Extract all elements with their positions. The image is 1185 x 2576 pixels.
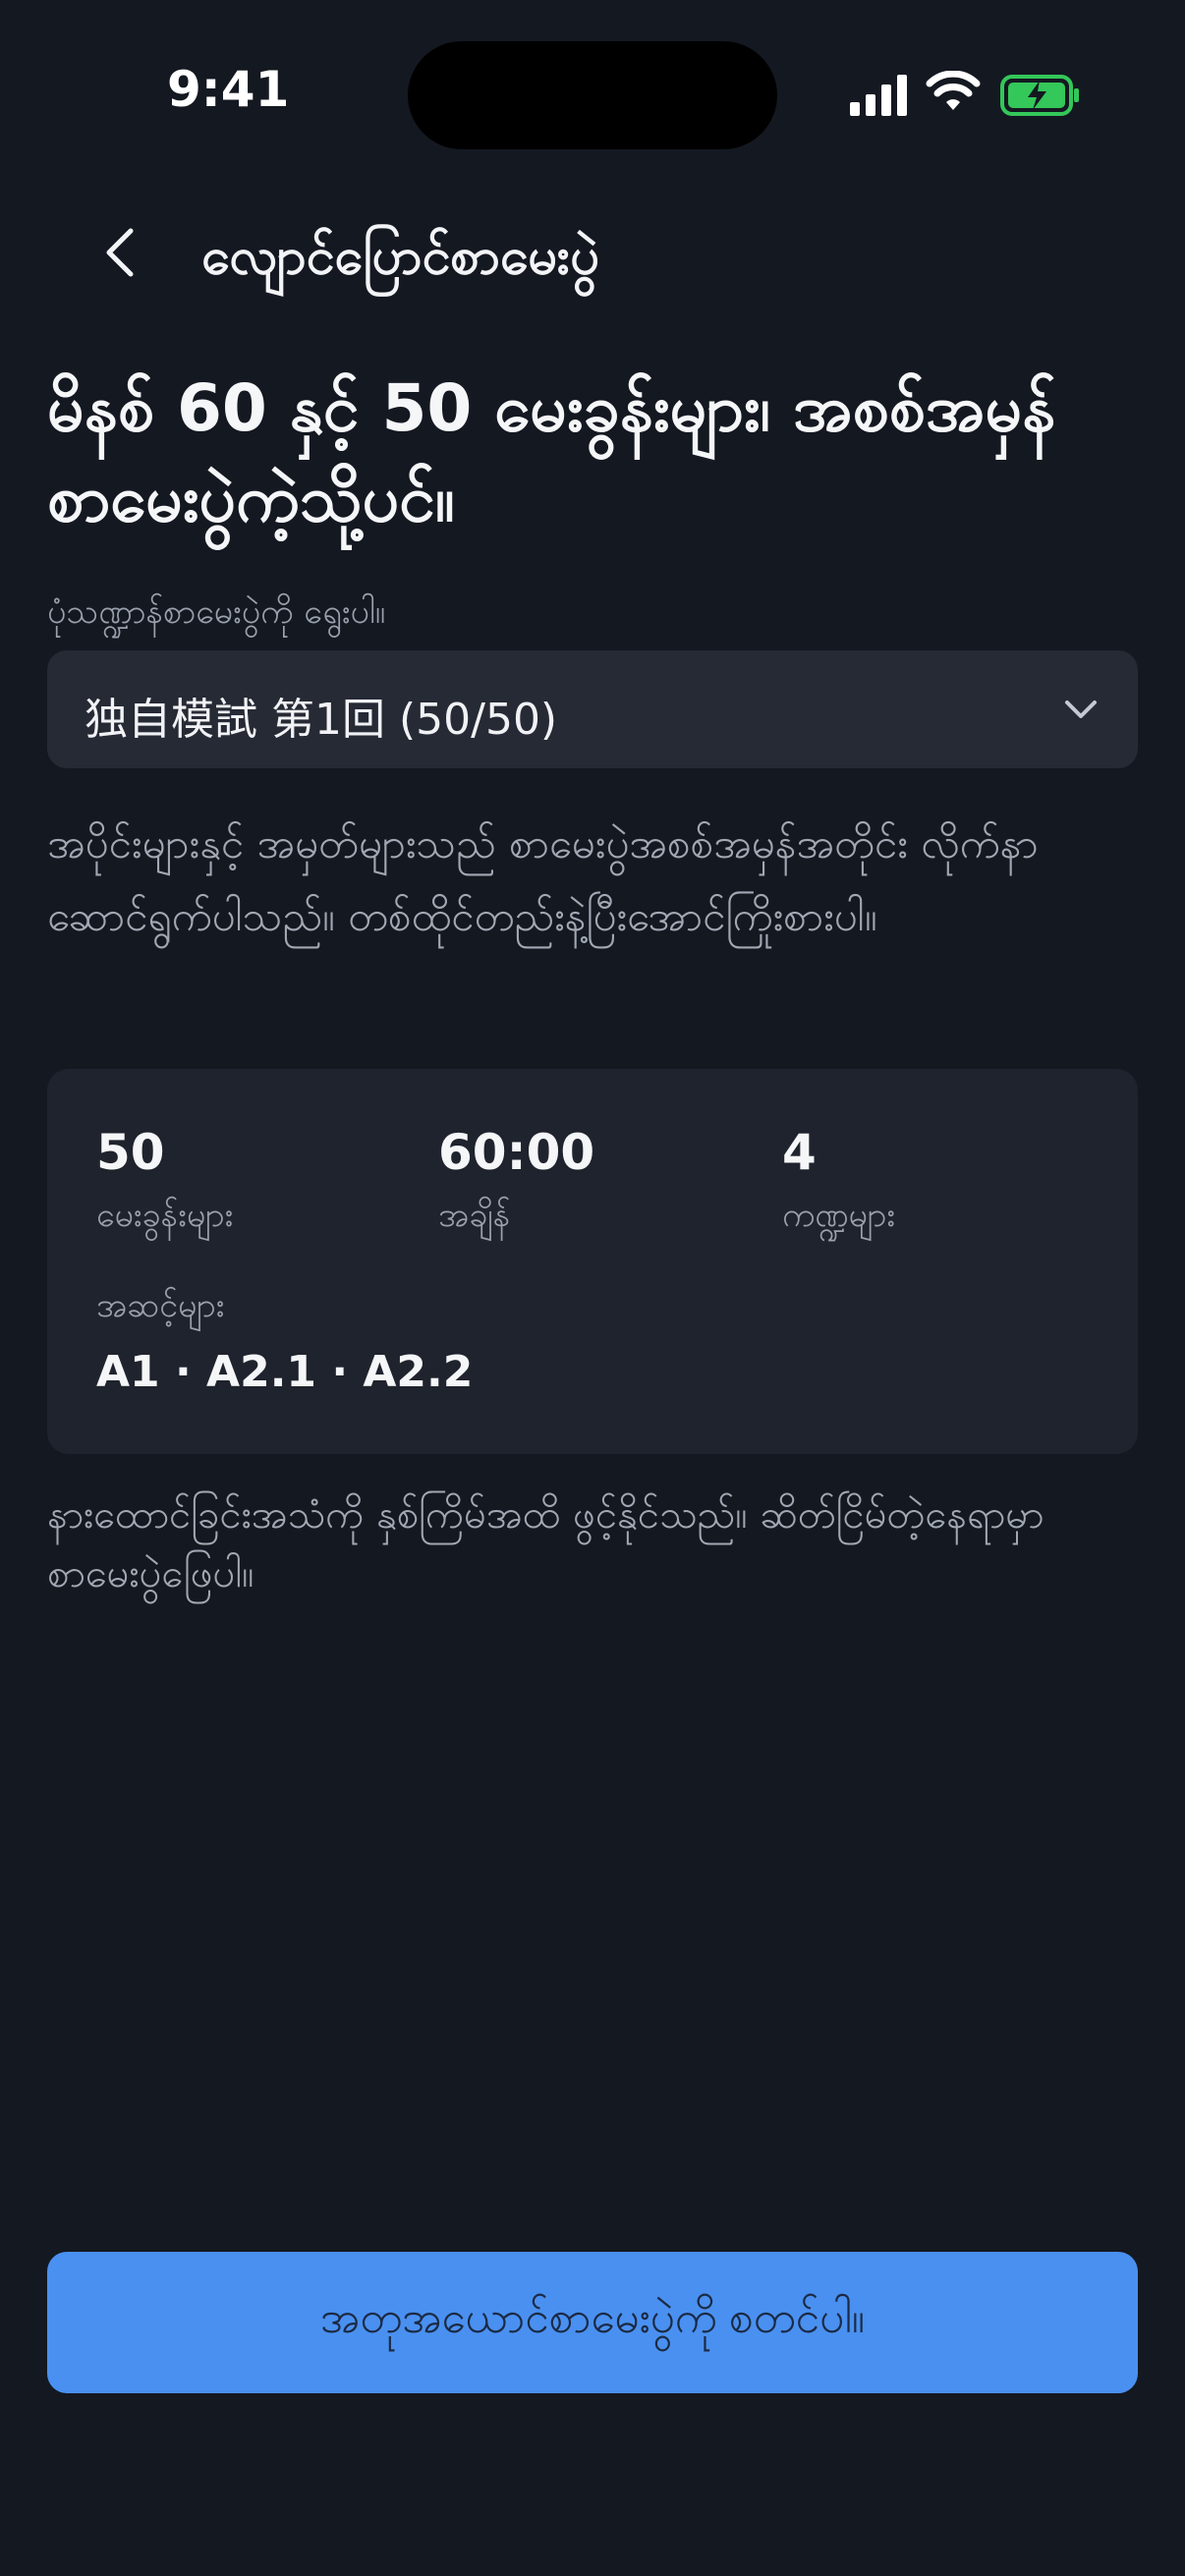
chevron-down-icon <box>1065 700 1097 718</box>
status-bar: 9:41 <box>0 0 1185 187</box>
stat-questions-label: မေးခွန်းများ <box>96 1196 234 1235</box>
stat-questions-value: 50 <box>96 1124 165 1181</box>
status-time: 9:41 <box>167 61 290 118</box>
stat-sections: 4 ကဏ္ဍများ <box>782 1124 895 1243</box>
chevron-left-icon <box>106 228 134 277</box>
exam-select-value: 独自模試 第1回 (50/50) <box>85 695 558 745</box>
stat-levels-label: အဆင့်များ <box>96 1286 225 1325</box>
stat-levels-value: A1 · A2.1 · A2.2 <box>96 1347 474 1397</box>
navigation-bar: လျောင်ပြောင်စာမေးပွဲ <box>0 196 1185 310</box>
start-exam-button-label: အတုအယောင်စာမေးပွဲကို စတင်ပါ။ <box>319 2294 866 2342</box>
stat-sections-value: 4 <box>782 1124 817 1181</box>
stat-sections-label: ကဏ္ဍများ <box>782 1196 895 1235</box>
start-exam-button[interactable]: အတုအယောင်စာမေးပွဲကို စတင်ပါ။ <box>47 2252 1138 2393</box>
cellular-signal-icon <box>850 75 907 116</box>
listening-note: နားထောင်ခြင်းအသံကို နှစ်ကြိမ်အထိ ဖွင့်နိ… <box>47 1492 1044 1596</box>
dynamic-island <box>408 41 777 149</box>
stat-levels: အဆင့်များ A1 · A2.1 · A2.2 <box>96 1283 473 1397</box>
page-title: လျောင်ပြောင်စာမေးပွဲ <box>201 227 599 286</box>
stat-time-label: အချိန် <box>438 1196 511 1235</box>
headline: မိနစ် 60 နှင့် 50 မေးခွန်းများ၊ အစစ်အမှန… <box>47 370 1056 536</box>
stat-time: 60:00 အချိန် <box>438 1124 594 1243</box>
stat-time-value: 60:00 <box>438 1124 595 1181</box>
stat-questions: 50 မေးခွန်းများ <box>96 1124 233 1243</box>
exam-select-dropdown[interactable]: 独自模試 第1回 (50/50) <box>47 650 1138 768</box>
back-button[interactable] <box>86 218 155 287</box>
wifi-icon <box>926 71 981 110</box>
battery-charging-icon <box>1000 75 1079 116</box>
exam-select-label: ပုံသဏ္ဍာန်စာမေးပွဲကို ရွေးပါ။ <box>47 592 386 632</box>
exam-info-card: 50 မေးခွန်းများ 60:00 အချိန် 4 ကဏ္ဍများ … <box>47 1069 1138 1454</box>
exam-description: အပိုင်းများနှင့် အမှတ်များသည် စာမေးပွဲအစ… <box>47 819 1039 940</box>
